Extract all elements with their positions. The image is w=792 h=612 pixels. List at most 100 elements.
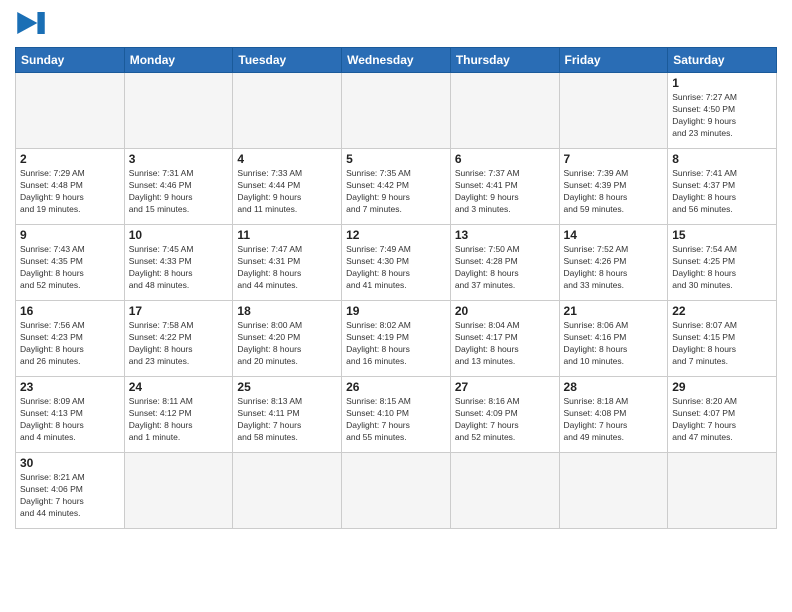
weekday-header-saturday: Saturday (668, 48, 777, 73)
weekday-header-tuesday: Tuesday (233, 48, 342, 73)
logo-icon (17, 12, 45, 34)
calendar-cell (342, 73, 451, 149)
calendar-cell (559, 73, 668, 149)
day-number: 25 (237, 380, 337, 394)
weekday-header-monday: Monday (124, 48, 233, 73)
calendar-cell (124, 73, 233, 149)
calendar-cell: 9 Sunrise: 7:43 AM Sunset: 4:35 PM Daylig… (16, 225, 125, 301)
calendar-cell: 29Sunrise: 8:20 AM Sunset: 4:07 PM Dayli… (668, 377, 777, 453)
day-number: 23 (20, 380, 120, 394)
calendar-cell (559, 453, 668, 529)
day-info: Sunrise: 7:58 AM Sunset: 4:22 PM Dayligh… (129, 320, 229, 368)
day-info: Sunrise: 8:04 AM Sunset: 4:17 PM Dayligh… (455, 320, 555, 368)
calendar-cell: 19 Sunrise: 8:02 AM Sunset: 4:19 PM Dayli… (342, 301, 451, 377)
day-number: 19 (346, 304, 446, 318)
day-info: Sunrise: 8:02 AM Sunset: 4:19 PM Dayligh… (346, 320, 446, 368)
day-info: Sunrise: 7:54 AM Sunset: 4:25 PM Dayligh… (672, 244, 772, 292)
day-number: 1 (672, 76, 772, 90)
calendar-cell: 10Sunrise: 7:45 AM Sunset: 4:33 PM Dayli… (124, 225, 233, 301)
calendar-cell: 20 Sunrise: 8:04 AM Sunset: 4:17 PM Dayli… (450, 301, 559, 377)
calendar-cell: 12 Sunrise: 7:49 AM Sunset: 4:30 PM Dayli… (342, 225, 451, 301)
calendar-cell: 6Sunrise: 7:37 AM Sunset: 4:41 PM Daylig… (450, 149, 559, 225)
day-number: 17 (129, 304, 229, 318)
day-info: Sunrise: 7:27 AM Sunset: 4:50 PM Dayligh… (672, 92, 772, 140)
calendar-cell: 28 Sunrise: 8:18 AM Sunset: 4:08 PM Dayli… (559, 377, 668, 453)
day-info: Sunrise: 8:00 AM Sunset: 4:20 PM Dayligh… (237, 320, 337, 368)
day-number: 24 (129, 380, 229, 394)
calendar-week-row: 23 Sunrise: 8:09 AM Sunset: 4:13 PM Dayli… (16, 377, 777, 453)
header (15, 10, 777, 41)
day-number: 20 (455, 304, 555, 318)
day-info: Sunrise: 7:47 AM Sunset: 4:31 PM Dayligh… (237, 244, 337, 292)
calendar-cell: 1 Sunrise: 7:27 AM Sunset: 4:50 PM Daylig… (668, 73, 777, 149)
day-number: 26 (346, 380, 446, 394)
calendar-week-row: 16Sunrise: 7:56 AM Sunset: 4:23 PM Dayli… (16, 301, 777, 377)
day-info: Sunrise: 8:18 AM Sunset: 4:08 PM Dayligh… (564, 396, 664, 444)
day-number: 30 (20, 456, 120, 470)
day-info: Sunrise: 7:50 AM Sunset: 4:28 PM Dayligh… (455, 244, 555, 292)
day-info: Sunrise: 7:33 AM Sunset: 4:44 PM Dayligh… (237, 168, 337, 216)
day-info: Sunrise: 8:13 AM Sunset: 4:11 PM Dayligh… (237, 396, 337, 444)
calendar-week-row: 30Sunrise: 8:21 AM Sunset: 4:06 PM Dayli… (16, 453, 777, 529)
day-info: Sunrise: 7:43 AM Sunset: 4:35 PM Dayligh… (20, 244, 120, 292)
calendar-cell (233, 73, 342, 149)
day-number: 14 (564, 228, 664, 242)
calendar-cell: 2 Sunrise: 7:29 AM Sunset: 4:48 PM Daylig… (16, 149, 125, 225)
day-number: 21 (564, 304, 664, 318)
calendar-cell (233, 453, 342, 529)
day-number: 13 (455, 228, 555, 242)
calendar-cell: 18 Sunrise: 8:00 AM Sunset: 4:20 PM Dayli… (233, 301, 342, 377)
day-number: 2 (20, 152, 120, 166)
calendar-cell: 30Sunrise: 8:21 AM Sunset: 4:06 PM Dayli… (16, 453, 125, 529)
calendar-cell: 3 Sunrise: 7:31 AM Sunset: 4:46 PM Daylig… (124, 149, 233, 225)
calendar-cell: 13 Sunrise: 7:50 AM Sunset: 4:28 PM Dayli… (450, 225, 559, 301)
day-number: 4 (237, 152, 337, 166)
day-info: Sunrise: 8:15 AM Sunset: 4:10 PM Dayligh… (346, 396, 446, 444)
day-number: 15 (672, 228, 772, 242)
calendar-cell: 16Sunrise: 7:56 AM Sunset: 4:23 PM Dayli… (16, 301, 125, 377)
day-info: Sunrise: 8:16 AM Sunset: 4:09 PM Dayligh… (455, 396, 555, 444)
calendar-cell (124, 453, 233, 529)
day-info: Sunrise: 7:29 AM Sunset: 4:48 PM Dayligh… (20, 168, 120, 216)
day-info: Sunrise: 7:39 AM Sunset: 4:39 PM Dayligh… (564, 168, 664, 216)
calendar-week-row: 9 Sunrise: 7:43 AM Sunset: 4:35 PM Daylig… (16, 225, 777, 301)
day-info: Sunrise: 8:09 AM Sunset: 4:13 PM Dayligh… (20, 396, 120, 444)
weekday-header-wednesday: Wednesday (342, 48, 451, 73)
calendar-cell (16, 73, 125, 149)
day-number: 9 (20, 228, 120, 242)
calendar-cell (342, 453, 451, 529)
day-info: Sunrise: 7:49 AM Sunset: 4:30 PM Dayligh… (346, 244, 446, 292)
calendar-cell: 24Sunrise: 8:11 AM Sunset: 4:12 PM Dayli… (124, 377, 233, 453)
logo (15, 14, 45, 41)
day-number: 28 (564, 380, 664, 394)
calendar-cell (668, 453, 777, 529)
calendar-cell: 27 Sunrise: 8:16 AM Sunset: 4:09 PM Dayli… (450, 377, 559, 453)
day-number: 29 (672, 380, 772, 394)
day-info: Sunrise: 7:37 AM Sunset: 4:41 PM Dayligh… (455, 168, 555, 216)
calendar-cell (450, 453, 559, 529)
calendar-cell: 11Sunrise: 7:47 AM Sunset: 4:31 PM Dayli… (233, 225, 342, 301)
calendar-cell: 15 Sunrise: 7:54 AM Sunset: 4:25 PM Dayli… (668, 225, 777, 301)
day-number: 16 (20, 304, 120, 318)
weekday-header-row: SundayMondayTuesdayWednesdayThursdayFrid… (16, 48, 777, 73)
calendar-cell: 8 Sunrise: 7:41 AM Sunset: 4:37 PM Daylig… (668, 149, 777, 225)
day-info: Sunrise: 7:31 AM Sunset: 4:46 PM Dayligh… (129, 168, 229, 216)
day-number: 8 (672, 152, 772, 166)
day-number: 27 (455, 380, 555, 394)
day-info: Sunrise: 7:35 AM Sunset: 4:42 PM Dayligh… (346, 168, 446, 216)
weekday-header-friday: Friday (559, 48, 668, 73)
day-number: 3 (129, 152, 229, 166)
calendar-page: SundayMondayTuesdayWednesdayThursdayFrid… (0, 0, 792, 612)
calendar-cell: 4 Sunrise: 7:33 AM Sunset: 4:44 PM Daylig… (233, 149, 342, 225)
day-number: 7 (564, 152, 664, 166)
day-number: 10 (129, 228, 229, 242)
calendar-cell: 26 Sunrise: 8:15 AM Sunset: 4:10 PM Dayli… (342, 377, 451, 453)
calendar-table: SundayMondayTuesdayWednesdayThursdayFrid… (15, 47, 777, 529)
day-info: Sunrise: 7:52 AM Sunset: 4:26 PM Dayligh… (564, 244, 664, 292)
weekday-header-thursday: Thursday (450, 48, 559, 73)
day-info: Sunrise: 7:41 AM Sunset: 4:37 PM Dayligh… (672, 168, 772, 216)
day-number: 18 (237, 304, 337, 318)
day-number: 12 (346, 228, 446, 242)
calendar-week-row: 1 Sunrise: 7:27 AM Sunset: 4:50 PM Daylig… (16, 73, 777, 149)
day-info: Sunrise: 8:06 AM Sunset: 4:16 PM Dayligh… (564, 320, 664, 368)
